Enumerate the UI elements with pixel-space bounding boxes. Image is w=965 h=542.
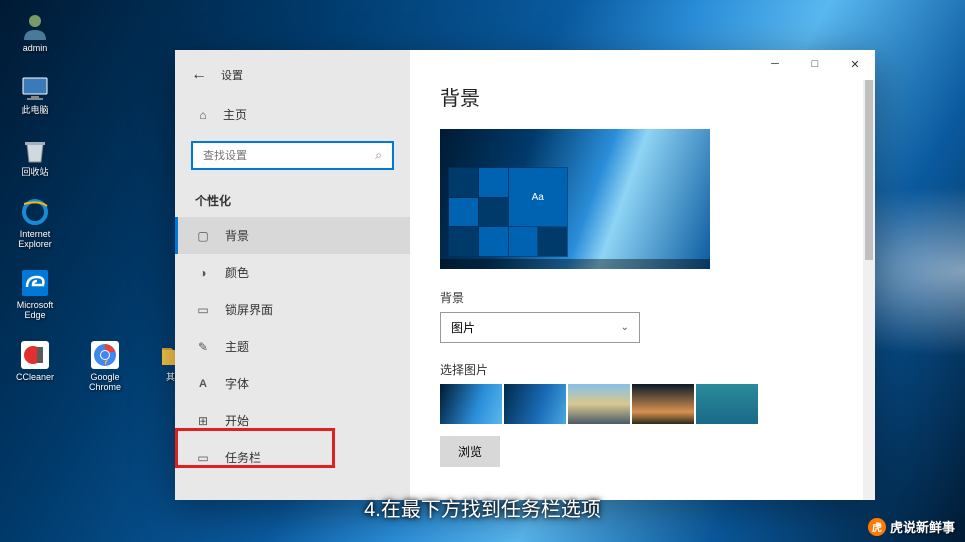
- image-icon: ▢: [195, 228, 211, 244]
- icon-label: Google Chrome: [80, 373, 130, 393]
- ie-icon: [19, 196, 51, 228]
- desktop-icon-ccleaner[interactable]: CCleaner: [10, 339, 60, 393]
- nav-label: 背景: [225, 227, 249, 244]
- titlebar: ← 设置: [175, 62, 410, 98]
- tutorial-caption: 4.在最下方找到任务栏选项: [364, 493, 601, 522]
- chevron-down-icon: ⌄: [621, 322, 629, 333]
- close-button[interactable]: ✕: [835, 50, 875, 78]
- palette-icon: ◑: [195, 265, 211, 281]
- watermark: 虎 虎说新鲜事: [868, 517, 955, 536]
- minimize-button[interactable]: ─: [755, 50, 795, 78]
- nav-label: 开始: [225, 412, 249, 429]
- recycle-bin-icon: [19, 134, 51, 166]
- maximize-button[interactable]: □: [795, 50, 835, 78]
- nav-label: 锁屏界面: [225, 301, 273, 318]
- icon-label: 回收站: [21, 168, 48, 178]
- background-type-dropdown[interactable]: 图片 ⌄: [440, 312, 640, 343]
- home-link[interactable]: ⌂ 主页: [175, 98, 410, 131]
- settings-sidebar: ← 设置 ⌂ 主页 ⌕ 个性化 ▢ 背景 ◑ 颜色 ▭ 锁屏界面 ✎ 主题 A: [175, 50, 410, 500]
- background-label: 背景: [440, 289, 845, 306]
- desktop-icons-area: admin 此电脑 回收站 Internet Explorer Microsof…: [10, 10, 200, 393]
- computer-icon: [19, 72, 51, 104]
- nav-start[interactable]: ⊞ 开始: [175, 402, 410, 439]
- desktop-icon-edge[interactable]: Microsoft Edge: [10, 267, 60, 321]
- image-thumbnails: [440, 384, 845, 424]
- lockscreen-icon: ▭: [195, 302, 211, 318]
- icon-label: Microsoft Edge: [10, 301, 60, 321]
- thumbnail-2[interactable]: [504, 384, 566, 424]
- settings-window: ← 设置 ⌂ 主页 ⌕ 个性化 ▢ 背景 ◑ 颜色 ▭ 锁屏界面 ✎ 主题 A: [175, 50, 875, 500]
- nav-colors[interactable]: ◑ 颜色: [175, 254, 410, 291]
- nav-lockscreen[interactable]: ▭ 锁屏界面: [175, 291, 410, 328]
- back-button[interactable]: ←: [191, 66, 207, 84]
- desktop-icon-chrome[interactable]: Google Chrome: [80, 339, 130, 393]
- nav-themes[interactable]: ✎ 主题: [175, 328, 410, 365]
- scroll-thumb[interactable]: [865, 80, 873, 260]
- watermark-logo: 虎: [868, 518, 886, 536]
- category-label: 个性化: [175, 180, 410, 217]
- user-icon: [19, 10, 51, 42]
- background-preview: Aa: [440, 129, 710, 269]
- desktop-icon-this-pc[interactable]: 此电脑: [10, 72, 60, 116]
- desktop-icon-ie[interactable]: Internet Explorer: [10, 196, 60, 250]
- browse-button[interactable]: 浏览: [440, 436, 500, 467]
- home-label: 主页: [223, 106, 247, 123]
- home-icon: ⌂: [195, 107, 211, 123]
- window-controls: ─ □ ✕: [755, 50, 875, 78]
- edge-icon: [19, 267, 51, 299]
- preview-start-menu: Aa: [448, 167, 568, 257]
- nav-background[interactable]: ▢ 背景: [175, 217, 410, 254]
- thumbnail-3[interactable]: [568, 384, 630, 424]
- dropdown-value: 图片: [451, 319, 475, 336]
- thumbnail-4[interactable]: [632, 384, 694, 424]
- start-icon: ⊞: [195, 413, 211, 429]
- window-title: 设置: [221, 67, 243, 83]
- thumbnail-5[interactable]: [696, 384, 758, 424]
- search-input[interactable]: [203, 150, 375, 162]
- desktop-icon-recycle-bin[interactable]: 回收站: [10, 134, 60, 178]
- icon-label: CCleaner: [16, 373, 54, 383]
- ccleaner-icon: [19, 339, 51, 371]
- nav-fonts[interactable]: A 字体: [175, 365, 410, 402]
- nav-label: 任务栏: [225, 449, 261, 466]
- themes-icon: ✎: [195, 339, 211, 355]
- preview-sample-text: Aa: [509, 168, 568, 226]
- settings-content: ─ □ ✕ 背景 Aa 背景 图片 ⌄ 选择图片 浏览: [410, 50, 875, 500]
- thumbnail-1[interactable]: [440, 384, 502, 424]
- page-title: 背景: [440, 82, 845, 111]
- watermark-text: 虎说新鲜事: [890, 517, 955, 536]
- nav-taskbar[interactable]: ▭ 任务栏: [175, 439, 410, 476]
- chrome-icon: [89, 339, 121, 371]
- icon-label: 此电脑: [21, 106, 48, 116]
- search-icon: ⌕: [375, 148, 382, 163]
- icon-label: admin: [23, 44, 48, 54]
- scrollbar[interactable]: [863, 80, 875, 500]
- taskbar-icon: ▭: [195, 450, 211, 466]
- desktop-icon-admin[interactable]: admin: [10, 10, 60, 54]
- nav-label: 颜色: [225, 264, 249, 281]
- search-box[interactable]: ⌕: [191, 141, 394, 170]
- choose-image-label: 选择图片: [440, 361, 845, 378]
- nav-label: 字体: [225, 375, 249, 392]
- icon-label: Internet Explorer: [10, 230, 60, 250]
- nav-label: 主题: [225, 338, 249, 355]
- preview-taskbar: [440, 259, 710, 269]
- fonts-icon: A: [195, 376, 211, 392]
